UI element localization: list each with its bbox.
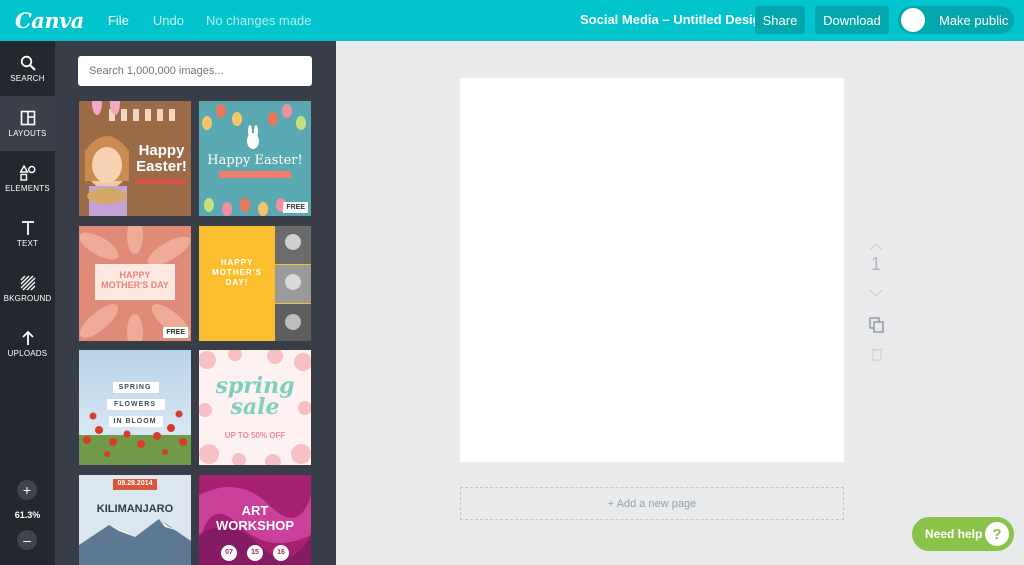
sidebar-item-label: ELEMENTS [5,183,50,193]
templates-panel: Happy Easter! Happy Easter! FREE [55,41,336,565]
undo-button[interactable]: Undo [153,13,184,28]
make-public-toggle[interactable]: Make public [898,6,1014,34]
sidebar-item-label: LAYOUTS [8,128,47,138]
need-help-button[interactable]: Need help ? [912,517,1014,551]
search-icon [20,55,36,71]
text-icon [21,220,34,235]
template-thumbnail[interactable]: SPRING FLOWERS IN BLOOM [79,350,191,465]
uploads-icon [21,330,34,345]
free-badge: FREE [283,202,308,213]
template-thumbnail[interactable]: Happy Easter! FREE [199,101,311,216]
add-page-button[interactable]: + Add a new page [460,487,844,520]
canva-logo[interactable]: Canva [15,8,84,33]
sidebar-item-search[interactable]: SEARCH [0,41,55,96]
zoom-in-button[interactable]: + [17,480,37,500]
page-up-icon[interactable] [869,243,883,251]
top-bar: Canva File Undo No changes made Social M… [0,0,1024,41]
sidebar-item-label: UPLOADS [7,348,48,358]
template-title: FLOWERS [114,401,156,408]
template-thumbnail[interactable]: HAPPY MOTHER'S DAY! [199,226,311,341]
design-page[interactable] [460,78,844,462]
zoom-out-button[interactable]: – [17,530,37,550]
template-title: sale [230,394,280,420]
image-search-input[interactable] [78,56,312,86]
sidebar-item-label: TEXT [16,238,39,248]
template-thumbnail[interactable]: HAPPY MOTHER'S DAY FREE [79,226,191,341]
background-icon [20,275,35,290]
template-date: 15 [251,549,259,556]
delete-page-icon[interactable] [871,347,883,361]
page-down-icon[interactable] [869,289,883,297]
canvas-workspace: 1 + Add a new page Need help ? [336,41,1024,565]
template-date: 16 [277,549,285,556]
template-thumbnail[interactable]: spring sale UP TO 50% OFF [199,350,311,465]
template-title: HAPPY [220,258,254,267]
template-title: MOTHER'S DAY [101,280,169,290]
download-button[interactable]: Download [815,6,889,34]
sidebar-rail: SEARCH LAYOUTS ELEMENTS TEXT BKGROUND UP… [0,41,55,565]
make-public-label: Make public [939,12,1009,28]
template-title: DAY! [225,278,249,287]
template-title: KILIMANJARO [96,503,174,515]
zoom-level: 61.3% [14,510,41,520]
share-button[interactable]: Share [755,6,805,34]
sidebar-item-label: SEARCH [10,73,45,83]
sidebar-item-background[interactable]: BKGROUND [0,261,55,316]
sidebar-item-layouts[interactable]: LAYOUTS [0,96,55,151]
template-title: Happy [138,142,185,159]
template-image [79,475,191,565]
free-badge: FREE [163,327,188,338]
copy-page-icon[interactable] [869,317,885,333]
file-menu[interactable]: File [108,13,129,28]
template-title: ART [241,503,269,518]
help-icon: ? [985,522,1009,546]
template-thumbnail[interactable]: 09.28.2014 KILIMANJARO [79,475,191,565]
template-title: HAPPY [119,270,151,280]
sidebar-item-label: BKGROUND [3,293,52,303]
template-date: 09.28.2014 [117,480,153,487]
template-date: 07 [225,549,233,556]
elements-icon [19,164,36,181]
sidebar-item-text[interactable]: TEXT [0,206,55,261]
template-title: SPRING [118,384,152,391]
template-title: MOTHER'S [212,268,262,277]
page-number: 1 [870,254,881,274]
template-subtitle: UP TO 50% OFF [224,431,286,440]
template-title: WORKSHOP [216,518,294,533]
template-thumbnail[interactable]: ART WORKSHOP 07 15 16 [199,475,311,565]
toggle-knob [901,8,925,32]
layouts-icon [20,110,35,125]
need-help-label: Need help [925,527,983,541]
save-status: No changes made [205,13,312,28]
sidebar-item-elements[interactable]: ELEMENTS [0,151,55,206]
template-thumbnail[interactable]: Happy Easter! [79,101,191,216]
template-title: Easter! [136,158,187,175]
sidebar-item-uploads[interactable]: UPLOADS [0,316,55,371]
design-title[interactable]: Social Media – Untitled Design [580,12,769,27]
template-title: Happy Easter! [207,153,303,168]
template-ribbon [137,179,187,184]
template-title: IN BLOOM [113,418,157,425]
